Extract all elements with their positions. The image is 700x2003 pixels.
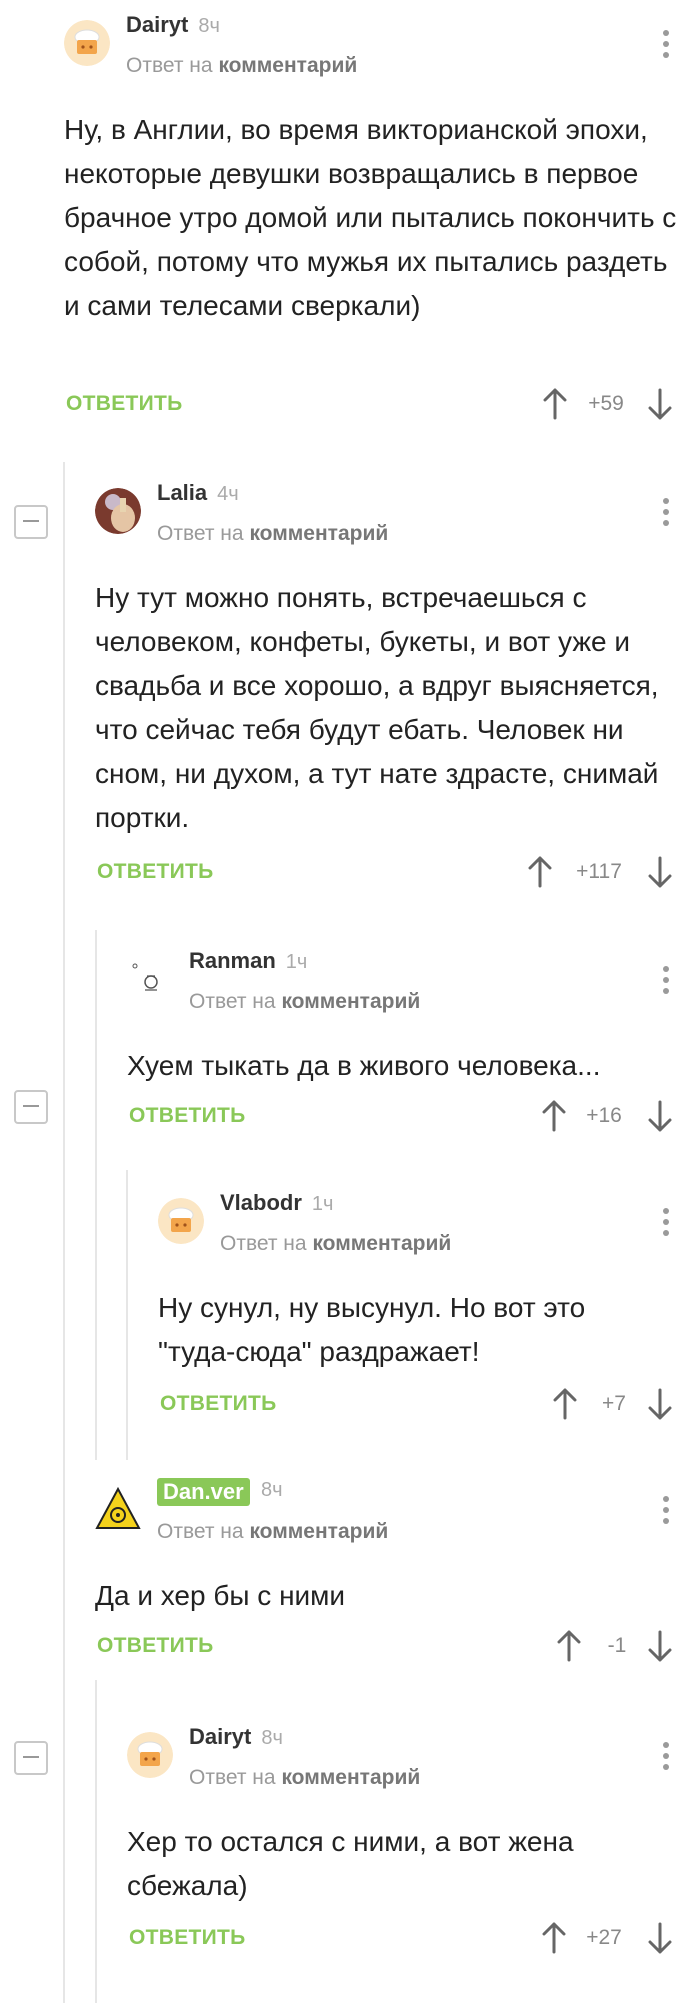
downvote-arrow-icon[interactable] xyxy=(648,1100,672,1132)
vote-score: +16 xyxy=(586,1104,622,1127)
reply-to-link[interactable]: комментарий xyxy=(281,1766,420,1789)
comment: Dairyt 8ч Ответ на комментарий Ну, в Англ… xyxy=(64,0,700,450)
chef-hat-avatar[interactable] xyxy=(64,20,110,66)
collapse-thread-button[interactable] xyxy=(14,1090,48,1124)
timestamp: 1ч xyxy=(311,1193,334,1215)
downvote-arrow-icon[interactable] xyxy=(648,388,672,420)
reply-prefix: Ответ на xyxy=(189,1766,276,1789)
thread-line xyxy=(95,1680,97,2003)
reply-prefix: Ответ на xyxy=(157,1520,244,1543)
reply-to-link[interactable]: комментарий xyxy=(249,1520,388,1543)
comment-text: Ну, в Англии, во время викторианской эпо… xyxy=(64,114,677,321)
reply-to-link[interactable]: комментарий xyxy=(312,1232,451,1255)
username[interactable]: Lalia 4ч xyxy=(157,480,239,506)
reply-to-label: Ответ на комментарий xyxy=(220,1232,451,1256)
comment: Ranman 1ч Ответ на комментарий Хуем тыкат… xyxy=(127,936,700,1136)
username-text[interactable]: Dairyt xyxy=(189,1724,251,1749)
upvote-arrow-icon[interactable] xyxy=(543,388,567,420)
chef-hat-avatar[interactable] xyxy=(127,1732,173,1778)
downvote-arrow-icon[interactable] xyxy=(648,1922,672,1954)
thread-line xyxy=(63,462,65,2003)
collapse-thread-button[interactable] xyxy=(14,1741,48,1775)
more-options-icon[interactable] xyxy=(662,1208,670,1240)
comment-text: Ну сунул, ну высунул. Но вот это "туда-с… xyxy=(158,1292,586,1367)
reply-to-label: Ответ на комментарий xyxy=(157,1520,388,1544)
username[interactable]: Dan.ver xyxy=(157,1478,250,1506)
reply-to-label: Ответ на комментарий xyxy=(126,54,357,78)
upvote-arrow-icon[interactable] xyxy=(542,1100,566,1132)
reply-button[interactable]: ОТВЕТИТЬ xyxy=(129,1926,246,1950)
upvote-arrow-icon[interactable] xyxy=(557,1630,581,1662)
vote-score: +117 xyxy=(576,860,622,883)
reply-prefix: Ответ на xyxy=(157,522,244,545)
reply-button[interactable]: ОТВЕТИТЬ xyxy=(129,1104,246,1128)
downvote-arrow-icon[interactable] xyxy=(648,1630,672,1662)
username-text[interactable]: Ranman xyxy=(189,948,276,973)
username[interactable]: Ranman 1ч xyxy=(189,948,307,974)
reply-button[interactable]: ОТВЕТИТЬ xyxy=(160,1392,277,1416)
username-text[interactable]: Vlabodr xyxy=(220,1190,302,1215)
comment-text: Да и хер бы с ними xyxy=(95,1580,346,1611)
vote-score: -1 xyxy=(607,1634,627,1657)
reply-button[interactable]: ОТВЕТИТЬ xyxy=(97,860,214,884)
username[interactable]: Vlabodr 1ч xyxy=(220,1190,333,1216)
reply-to-label: Ответ на комментарий xyxy=(189,1766,420,1790)
username[interactable]: Dairyt 8ч xyxy=(189,1724,283,1750)
biohazard-avatar[interactable] xyxy=(95,1486,141,1532)
reply-to-link[interactable]: комментарий xyxy=(249,522,388,545)
more-options-icon[interactable] xyxy=(662,1496,670,1528)
reply-to-label: Ответ на комментарий xyxy=(157,522,388,546)
timestamp: 8ч xyxy=(261,1727,283,1749)
username[interactable]: Dairyt 8ч xyxy=(126,12,220,38)
comment: Dairyt 8ч Ответ на комментарий Хер то ост… xyxy=(127,1712,700,1992)
more-options-icon[interactable] xyxy=(662,30,670,62)
more-options-icon[interactable] xyxy=(662,498,670,530)
thread-line xyxy=(126,1170,128,1460)
downvote-arrow-icon[interactable] xyxy=(648,1388,672,1420)
username-text[interactable]: Lalia xyxy=(157,480,207,505)
vote-score: +27 xyxy=(586,1926,622,1949)
comment-text: Хуем тыкать да в живого человека... xyxy=(127,1050,601,1081)
chef-hat-avatar[interactable] xyxy=(158,1198,204,1244)
downvote-arrow-icon[interactable] xyxy=(648,856,672,888)
upvote-arrow-icon[interactable] xyxy=(528,856,552,888)
comment: Vlabodr 1ч Ответ на комментарий Ну сунул,… xyxy=(158,1178,700,1438)
comment-text: Ну тут можно понять, встречаешься с чело… xyxy=(95,582,659,833)
vote-score: +7 xyxy=(602,1392,626,1415)
vote-score: +59 xyxy=(588,392,624,415)
timestamp: 4ч xyxy=(217,483,239,505)
comment-text: Хер то остался с ними, а вот жена сбежал… xyxy=(127,1826,574,1901)
reply-to-link[interactable]: комментарий xyxy=(218,54,357,77)
reply-prefix: Ответ на xyxy=(189,990,276,1013)
collapse-thread-button[interactable] xyxy=(14,505,48,539)
reply-button[interactable]: ОТВЕТИТЬ xyxy=(97,1634,214,1658)
comment: Dan.ver 8ч Ответ на комментарий Да и хер… xyxy=(95,1466,700,1666)
username-text[interactable]: Dan.ver xyxy=(163,1479,244,1504)
timestamp: 8ч xyxy=(261,1479,283,1501)
username-text[interactable]: Dairyt xyxy=(126,12,188,37)
comment: Lalia 4ч Ответ на комментарий Ну тут можн… xyxy=(95,468,700,908)
more-options-icon[interactable] xyxy=(662,1742,670,1774)
reply-to-label: Ответ на комментарий xyxy=(189,990,420,1014)
reply-to-link[interactable]: комментарий xyxy=(281,990,420,1013)
timestamp: 8ч xyxy=(198,15,220,37)
timestamp: 1ч xyxy=(285,951,308,973)
thread-line xyxy=(95,930,97,1460)
more-options-icon[interactable] xyxy=(662,966,670,998)
upvote-arrow-icon[interactable] xyxy=(542,1922,566,1954)
reply-prefix: Ответ на xyxy=(220,1232,307,1255)
photo-avatar[interactable] xyxy=(95,488,141,534)
upvote-arrow-icon[interactable] xyxy=(553,1388,577,1420)
sketch-avatar[interactable] xyxy=(127,956,173,1002)
reply-button[interactable]: ОТВЕТИТЬ xyxy=(66,392,183,416)
reply-prefix: Ответ на xyxy=(126,54,213,77)
